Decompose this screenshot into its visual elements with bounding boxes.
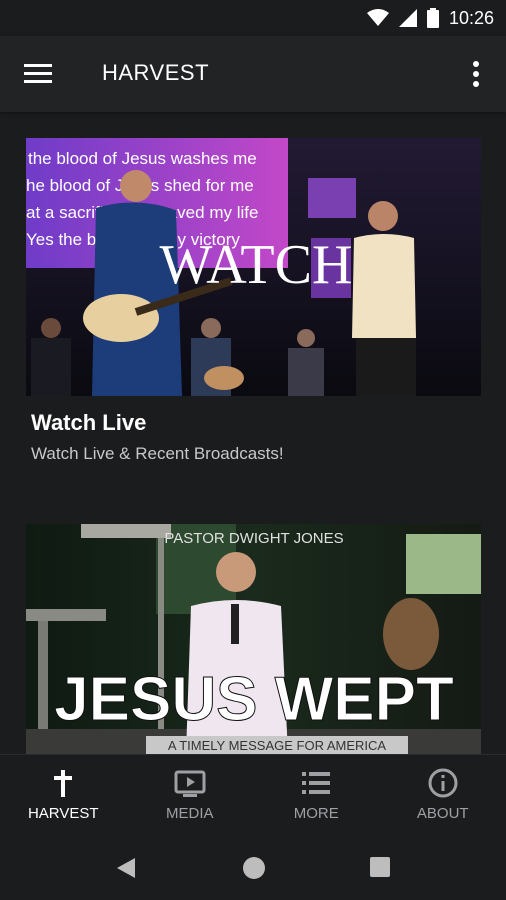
nav-label-harvest: HARVEST — [27, 805, 99, 822]
status-time: 10:26 — [448, 7, 494, 28]
system-navigation-bar — [0, 836, 506, 900]
battery-icon — [426, 8, 439, 28]
watch-live-card[interactable]: the blood of Jesus washes me he blood of… — [26, 138, 481, 464]
back-icon[interactable] — [115, 856, 137, 880]
sermon-headline: JESUS WEPT — [54, 665, 454, 734]
card-title: Watch Live — [31, 410, 147, 435]
status-bar: 10:26 — [0, 0, 506, 36]
watch-overlay-text: WATCH — [160, 234, 353, 296]
sermon-thumbnail[interactable]: PASTOR DWIGHT JONES JESUS WEPT A TIMELY … — [26, 524, 481, 754]
wifi-icon — [366, 9, 389, 26]
info-icon — [428, 768, 458, 798]
home-icon[interactable] — [242, 856, 266, 880]
sermon-tagline: A TIMELY MESSAGE FOR AMERICA — [168, 738, 386, 753]
nav-label-more: MORE — [293, 805, 339, 822]
hamburger-menu-icon[interactable] — [24, 62, 54, 86]
bottom-navigation: HARVEST MEDIA MORE ABOUT — [0, 754, 506, 837]
nav-label-media: MEDIA — [165, 805, 214, 822]
nav-harvest[interactable]: HARVEST — [0, 755, 127, 837]
nav-label-about: ABOUT — [416, 805, 469, 822]
recents-icon[interactable] — [369, 856, 391, 878]
list-icon — [302, 772, 331, 794]
nav-about[interactable]: ABOUT — [380, 755, 506, 837]
pastor-name: PASTOR DWIGHT JONES — [164, 530, 343, 547]
nav-more[interactable]: MORE — [253, 755, 380, 837]
overflow-menu-icon[interactable] — [468, 60, 484, 88]
status-icons: 10:26 — [366, 0, 494, 36]
sermon-image: PASTOR DWIGHT JONES JESUS WEPT A TIMELY … — [26, 524, 481, 754]
worship-stage-image: the blood of Jesus washes me he blood of… — [26, 138, 481, 396]
app-title: HARVEST — [102, 60, 210, 85]
nav-media[interactable]: MEDIA — [127, 755, 254, 837]
sermon-card[interactable]: PASTOR DWIGHT JONES JESUS WEPT A TIMELY … — [26, 524, 481, 754]
watch-live-thumbnail[interactable]: the blood of Jesus washes me he blood of… — [26, 138, 481, 396]
tv-play-icon — [174, 770, 206, 797]
signal-icon — [398, 9, 417, 27]
lyric-line-1: the blood of Jesus washes me — [28, 149, 257, 168]
app-bar: HARVEST — [0, 36, 506, 112]
card-subtitle: Watch Live & Recent Broadcasts! — [31, 444, 284, 463]
cross-icon — [54, 770, 73, 797]
